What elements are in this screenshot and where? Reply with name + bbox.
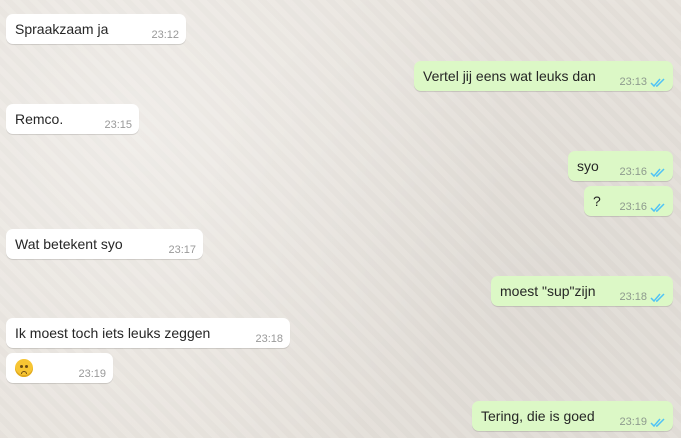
message-time: 23:18 <box>255 333 283 345</box>
message-time: 23:12 <box>151 29 179 41</box>
message-bubble-incoming[interactable]: Remco. 23:15 <box>6 104 139 134</box>
message-text: ? <box>593 193 601 209</box>
double-check-read-icon <box>650 77 665 87</box>
message-bubble-incoming[interactable]: Wat betekent syo 23:17 <box>6 229 203 259</box>
message-text: Remco. <box>15 111 64 127</box>
double-check-read-icon <box>650 292 665 302</box>
chat-conversation-panel: Spraakzaam ja 23:12 Vertel jij eens wat … <box>0 0 681 438</box>
double-check-read-icon <box>650 417 665 427</box>
message-bubble-outgoing[interactable]: Tering, die is goed 23:19 <box>472 401 673 431</box>
message-bubble-incoming[interactable]: Spraakzaam ja 23:12 <box>6 14 186 44</box>
double-check-read-icon <box>650 167 665 177</box>
message-text: moest "sup"zijn <box>500 283 596 299</box>
message-timestamp-group: 23:17 <box>168 244 196 256</box>
message-time: 23:16 <box>619 201 647 213</box>
message-timestamp-group: 23:19 <box>78 368 106 380</box>
message-time: 23:13 <box>619 76 647 88</box>
message-text: Ik moest toch iets leuks zeggen <box>15 325 211 341</box>
message-bubble-incoming[interactable]: Ik moest toch iets leuks zeggen 23:18 <box>6 318 290 348</box>
message-timestamp-group: 23:18 <box>619 291 666 303</box>
message-bubble-outgoing[interactable]: syo 23:16 <box>568 151 673 181</box>
message-timestamp-group: 23:16 <box>619 201 666 213</box>
message-text: syo <box>577 158 599 174</box>
message-bubble-outgoing[interactable]: Vertel jij eens wat leuks dan 23:13 <box>414 61 673 91</box>
message-time: 23:19 <box>78 368 106 380</box>
upside-down-face-emoji-icon <box>15 359 33 377</box>
message-timestamp-group: 23:16 <box>619 166 666 178</box>
message-bubble-outgoing[interactable]: ? 23:16 <box>584 186 673 216</box>
message-time: 23:15 <box>104 119 132 131</box>
message-bubble-outgoing[interactable]: moest "sup"zijn 23:18 <box>491 276 673 306</box>
double-check-read-icon <box>650 202 665 212</box>
message-time: 23:18 <box>619 291 647 303</box>
message-timestamp-group: 23:15 <box>104 119 132 131</box>
message-time: 23:19 <box>619 416 647 428</box>
message-text: Wat betekent syo <box>15 236 123 252</box>
message-text: Spraakzaam ja <box>15 21 109 37</box>
message-time: 23:17 <box>168 244 196 256</box>
message-timestamp-group: 23:12 <box>151 29 179 41</box>
message-text: Tering, die is goed <box>481 408 595 424</box>
message-bubble-incoming[interactable]: 23:19 <box>6 353 113 383</box>
message-timestamp-group: 23:19 <box>619 416 666 428</box>
message-timestamp-group: 23:18 <box>255 333 283 345</box>
message-text: Vertel jij eens wat leuks dan <box>423 68 596 84</box>
message-time: 23:16 <box>619 166 647 178</box>
message-timestamp-group: 23:13 <box>619 76 666 88</box>
